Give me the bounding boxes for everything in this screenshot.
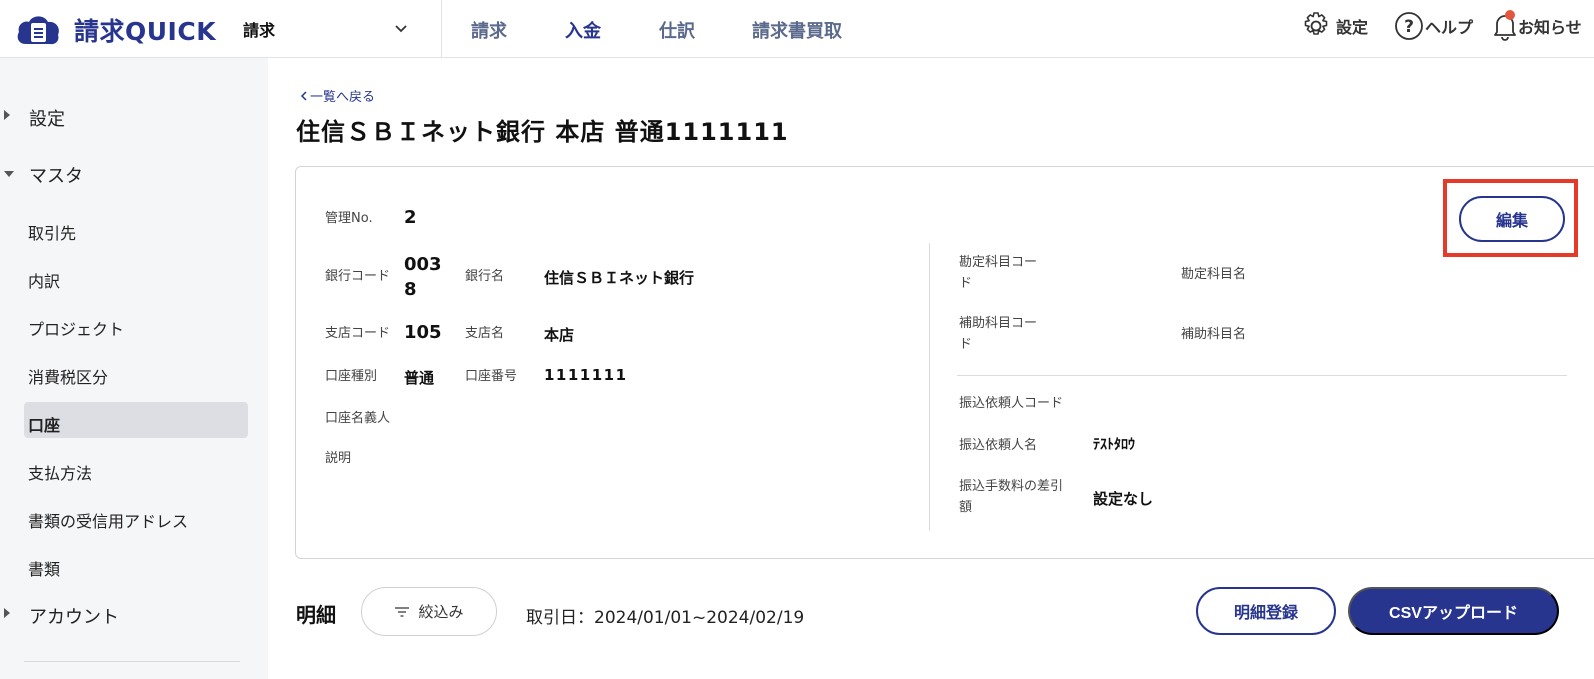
filter-button-label: 絞込み <box>418 603 464 621</box>
description-label: 説明 <box>325 451 352 466</box>
fee-value: 設定なし <box>1093 490 1154 508</box>
bank-code-label: 銀行コード <box>325 269 391 284</box>
logo-icon <box>17 16 59 45</box>
bank-name-value: 住信ＳＢＩネット銀行 <box>544 269 695 287</box>
date-range-text: 取引日：2024/01/01~2024/02/19 <box>526 608 805 628</box>
nav-payment[interactable]: 入金 <box>565 17 601 43</box>
help-button[interactable]: ? ヘルプ <box>1393 10 1473 42</box>
notification-badge <box>1505 10 1515 20</box>
requester-name-label: 振込依頼人名 <box>959 438 1038 453</box>
account-holder-label: 口座名義人 <box>325 411 391 426</box>
header-divider <box>441 0 442 58</box>
settings-label: 設定 <box>1336 18 1369 37</box>
chevron-down-icon <box>395 25 407 33</box>
account-type-label: 口座種別 <box>325 369 378 384</box>
caret-right-icon <box>4 110 10 120</box>
requester-code-label: 振込依頼人コード <box>959 396 1064 411</box>
bank-code-value-line2: 8 <box>404 279 417 300</box>
sidebar-item-receive-address[interactable]: 書類の受信用アドレス <box>28 508 188 532</box>
bank-code-value-line1: 003 <box>404 254 442 275</box>
sidebar-item-documents[interactable]: 書類 <box>28 556 60 580</box>
branch-code-value: 105 <box>404 322 442 343</box>
sidebar-item-breakdown[interactable]: 内訳 <box>28 268 60 292</box>
branch-name-label: 支店名 <box>465 326 505 341</box>
app-switcher[interactable]: 請求 <box>243 0 428 57</box>
fee-label-line2: 額 <box>959 500 973 515</box>
notifications-label: お知らせ <box>1518 18 1582 37</box>
account-detail-card <box>295 166 1594 559</box>
help-icon: ? <box>1395 12 1423 40</box>
bank-name-label: 銀行名 <box>465 269 505 284</box>
sidebar-item-projects[interactable]: プロジェクト <box>28 316 124 340</box>
highlight-box <box>1443 179 1578 257</box>
chevron-left-icon <box>300 90 307 101</box>
settings-button[interactable]: 設定 <box>1300 10 1368 42</box>
account-type-value: 普通 <box>404 369 435 387</box>
notifications-button[interactable]: お知らせ <box>1492 10 1582 42</box>
account-number-label: 口座番号 <box>465 369 518 384</box>
help-label: ヘルプ <box>1425 18 1474 37</box>
sidebar-item-tax-category[interactable]: 消費税区分 <box>28 364 108 388</box>
sub-account-code-label-line1: 補助科目コー <box>959 316 1038 331</box>
back-link-label: 一覧へ戻る <box>310 90 376 105</box>
nav-journal[interactable]: 仕訳 <box>659 17 695 43</box>
sub-account-code-label-line2: ド <box>959 337 973 352</box>
logo-text: 請求QUICK <box>74 17 217 46</box>
caret-right-icon <box>4 608 10 618</box>
register-detail-button[interactable]: 明細登録 <box>1196 587 1336 635</box>
mgmt-no-label: 管理No. <box>325 211 373 226</box>
account-name-label: 勘定科目名 <box>1181 267 1247 282</box>
csv-upload-button[interactable]: CSVアップロード <box>1348 587 1559 635</box>
account-code-label-line1: 勘定科目コー <box>959 255 1038 270</box>
top-header: 請求QUICK 請求 請求 入金 仕訳 請求書買取 設定 ? ヘルプ お知らせ <box>0 0 1594 58</box>
sidebar-group-settings[interactable]: 設定 <box>29 105 65 131</box>
sidebar-item-accounts[interactable]: 口座 <box>28 412 60 436</box>
nav-invoice-purchase[interactable]: 請求書買取 <box>752 17 842 43</box>
detail-section-title: 明細 <box>296 603 336 627</box>
requester-name-value: ﾃｽﾄﾀﾛｳ <box>1093 437 1135 453</box>
filter-icon <box>395 606 410 617</box>
sidebar: 設定 マスタ 取引先 内訳 プロジェクト 消費税区分 口座 支払方法 書類の受信… <box>0 58 268 679</box>
column-divider <box>929 243 930 531</box>
app-logo[interactable]: 請求QUICK <box>14 10 216 50</box>
fee-label-line1: 振込手数料の差引 <box>959 479 1064 494</box>
sidebar-item-clients[interactable]: 取引先 <box>28 220 76 244</box>
filter-button[interactable]: 絞込み <box>361 587 497 636</box>
sidebar-group-master[interactable]: マスタ <box>29 162 83 188</box>
back-link[interactable]: 一覧へ戻る <box>298 86 375 105</box>
svg-text:?: ? <box>1404 17 1414 37</box>
sidebar-divider <box>24 661 240 662</box>
account-number-value: 1111111 <box>544 366 628 384</box>
account-code-label-line2: ド <box>959 276 973 291</box>
page-title: 住信ＳＢＩネット銀行 本店 普通1111111 <box>296 118 789 146</box>
branch-name-value: 本店 <box>544 326 575 344</box>
branch-code-label: 支店コード <box>325 326 391 341</box>
section-divider <box>957 375 1567 376</box>
gear-icon <box>1304 12 1328 35</box>
caret-down-icon <box>4 171 14 177</box>
sidebar-group-account[interactable]: アカウント <box>29 603 119 629</box>
mgmt-no-value: 2 <box>404 207 417 228</box>
sidebar-item-payment-method[interactable]: 支払方法 <box>28 460 92 484</box>
app-switcher-label: 請求 <box>243 20 276 40</box>
sub-account-name-label: 補助科目名 <box>1181 327 1247 342</box>
nav-invoice[interactable]: 請求 <box>471 17 507 43</box>
